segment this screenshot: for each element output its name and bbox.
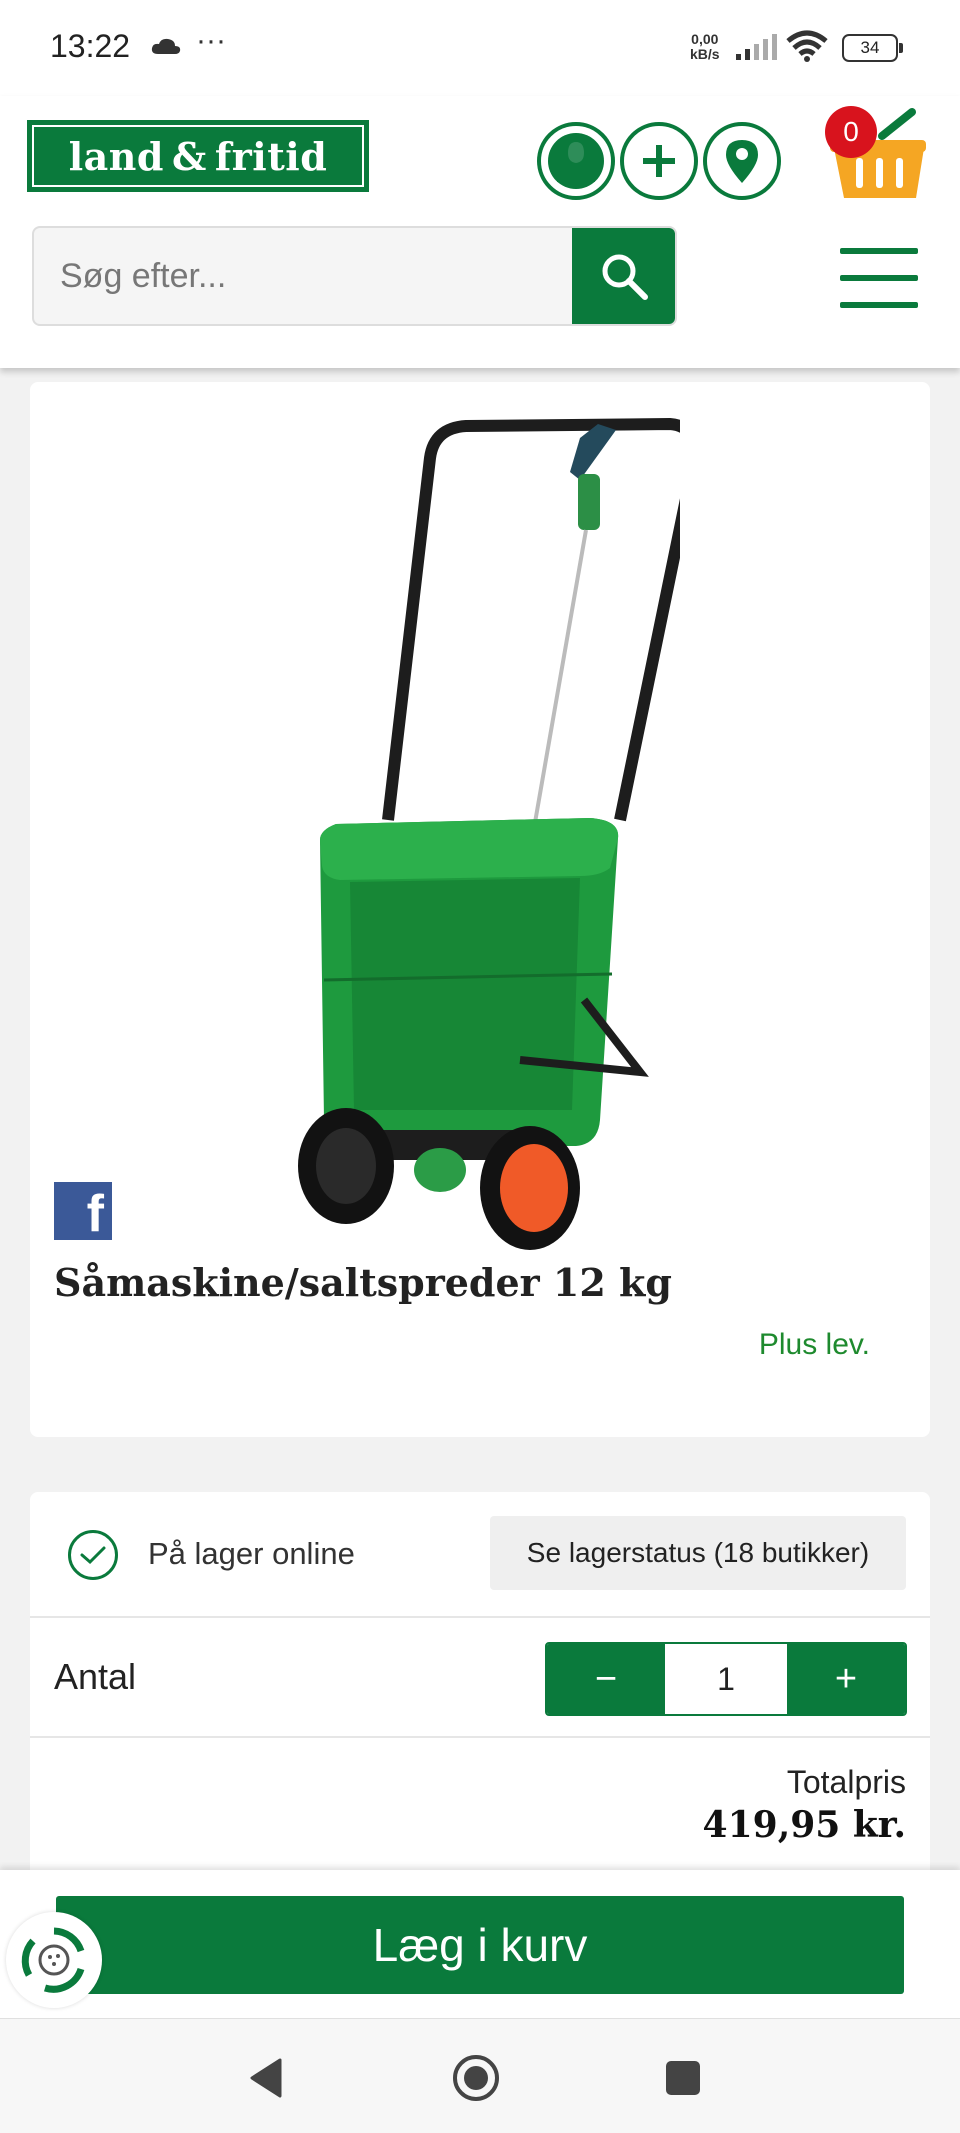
total-price: 419,95 kr. xyxy=(702,1804,906,1846)
status-bar: 13:22 ··· 0,00 kB/s 34 xyxy=(0,0,960,96)
land-fritid-logo[interactable]: land & fritid xyxy=(27,120,369,192)
quantity-label: Antal xyxy=(54,1656,137,1697)
hamburger-menu-icon[interactable] xyxy=(840,248,918,308)
logo-text: land & fritid xyxy=(68,133,328,179)
stock-row: På lager online Se lagerstatus (18 butik… xyxy=(30,1492,930,1618)
search-icon xyxy=(602,254,648,300)
checkmark-icon xyxy=(68,1530,118,1580)
decrease-quantity-button[interactable]: − xyxy=(547,1644,665,1714)
back-icon[interactable] xyxy=(248,2057,284,2103)
home-icon[interactable] xyxy=(451,2053,501,2107)
product-title: Såmaskine/saltspreder 12 kg xyxy=(54,1260,672,1305)
plus-icon[interactable] xyxy=(620,122,698,200)
facebook-icon[interactable]: f xyxy=(54,1182,112,1243)
search-bar xyxy=(32,226,677,326)
delivery-note: Plus lev. xyxy=(758,1328,870,1361)
cart-count-badge: 0 xyxy=(825,106,877,158)
network-speed: 0,00 kB/s xyxy=(690,32,720,62)
product-card: f Såmaskine/saltspreder 12 kg Plus lev. xyxy=(30,382,930,1437)
recent-apps-icon[interactable] xyxy=(666,2061,700,2095)
cloud-icon xyxy=(150,36,182,60)
recycle-icon[interactable] xyxy=(6,1912,102,2008)
user-icon[interactable] xyxy=(537,122,615,200)
speed-unit: kB/s xyxy=(690,46,720,62)
battery-icon: 34 xyxy=(842,34,903,62)
signal-icon xyxy=(736,34,778,64)
location-pin-icon[interactable] xyxy=(703,122,781,200)
quantity-stepper: − 1 + xyxy=(545,1642,907,1716)
purchase-panel: På lager online Se lagerstatus (18 butik… xyxy=(30,1492,930,1882)
product-image[interactable] xyxy=(280,400,701,1254)
speed-value: 0,00 xyxy=(691,31,719,47)
more-notifications-icon: ··· xyxy=(196,24,226,57)
stock-status: På lager online xyxy=(148,1536,355,1571)
add-to-cart-button[interactable]: Læg i kurv xyxy=(56,1896,904,1994)
action-bar: Læg i kurv xyxy=(0,1870,960,2018)
wifi-icon xyxy=(786,30,828,66)
status-time: 13:22 xyxy=(50,28,131,64)
search-input[interactable] xyxy=(34,228,574,324)
system-nav-bar xyxy=(0,2018,960,2133)
search-button[interactable] xyxy=(572,228,675,324)
site-header: land & fritid 0 xyxy=(0,96,960,368)
battery-level: 34 xyxy=(860,38,880,57)
stock-status-button[interactable]: Se lagerstatus (18 butikker) xyxy=(490,1516,906,1590)
increase-quantity-button[interactable]: + xyxy=(787,1644,905,1714)
quantity-row: Antal − 1 + xyxy=(30,1618,930,1738)
total-price-label: Totalpris xyxy=(786,1764,906,1800)
quantity-value[interactable]: 1 xyxy=(665,1644,787,1714)
